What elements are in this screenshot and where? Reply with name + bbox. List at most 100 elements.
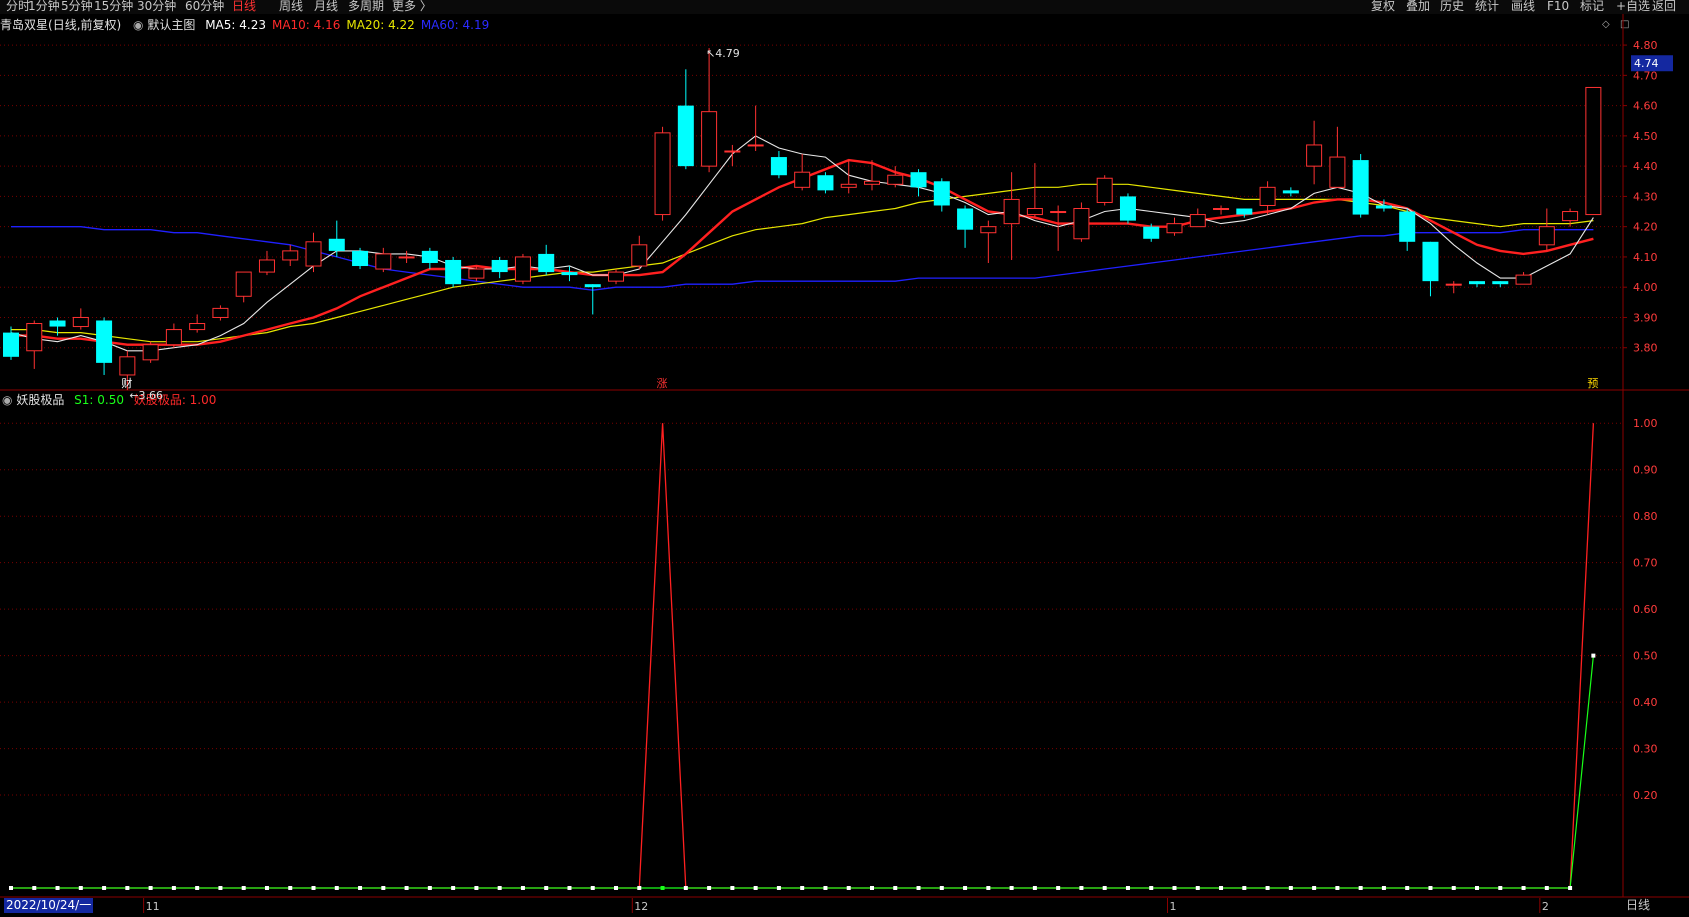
candle-body (491, 259, 508, 273)
candle-body (631, 244, 648, 267)
indicator-dot (637, 886, 642, 890)
candle-body (980, 226, 997, 234)
price-tick-label: 4.30 (1633, 190, 1658, 203)
indicator-dot (823, 886, 828, 890)
indicator-dot (55, 886, 60, 890)
indicator-dot (427, 886, 432, 890)
price-tick-label: 4.80 (1633, 39, 1658, 52)
candle (352, 247, 369, 270)
candle (142, 341, 159, 363)
indicator-dot (1102, 886, 1107, 890)
candle-body (1352, 160, 1369, 215)
candle (1003, 172, 1020, 260)
date-label: 11 (146, 900, 160, 913)
indicator-dot (1242, 886, 1247, 890)
price-tick-label: 4.10 (1633, 251, 1658, 264)
candle (421, 247, 438, 270)
price-tick-label: 4.60 (1633, 100, 1658, 113)
indicator-dot (1312, 886, 1317, 890)
candle-body (1166, 223, 1183, 234)
candle (26, 320, 43, 369)
candle (1352, 154, 1369, 218)
candle-body (305, 241, 322, 267)
candle (1166, 217, 1183, 236)
indicator-dot (1056, 886, 1061, 890)
indicator-dot (660, 886, 665, 890)
candle-body (1329, 156, 1346, 188)
price-tick-label: 4.70 (1633, 69, 1658, 82)
candle-body (1003, 198, 1020, 225)
candle-body (421, 250, 438, 263)
indicator-dot (986, 886, 991, 890)
date-label: 12 (634, 900, 648, 913)
period-indicator[interactable]: 日线 (1626, 897, 1650, 913)
candle-body (910, 172, 927, 188)
candle (1515, 272, 1532, 285)
indicator-tick-label: 0.80 (1633, 510, 1658, 523)
indicator-dot (451, 886, 456, 890)
candle (1469, 281, 1486, 288)
indicator-dot (381, 886, 386, 890)
candle (1119, 193, 1136, 224)
candle-body (1585, 86, 1602, 216)
indicator-dot (1219, 886, 1224, 890)
candle-body (445, 259, 462, 285)
indicator-dot (753, 886, 758, 890)
price-tick-label: 4.50 (1633, 130, 1658, 143)
candle-body (1026, 208, 1043, 216)
indicator-dot (1195, 886, 1200, 890)
candle (980, 220, 997, 263)
candle-body (398, 256, 415, 259)
indicator-dot (78, 886, 83, 890)
candle (1189, 208, 1206, 228)
indicator-dot (1428, 886, 1433, 890)
indicator-dot (939, 886, 944, 890)
indicator-dot (776, 886, 781, 890)
indicator-dot (1591, 653, 1596, 658)
candle (258, 250, 275, 276)
event-marker: 财 (121, 376, 132, 390)
candle (608, 269, 625, 285)
price-tick-label: 3.80 (1633, 342, 1658, 355)
candle-body (584, 284, 601, 288)
candle-body (1213, 208, 1230, 211)
indicator-dot (1079, 886, 1084, 890)
indicator-dot (311, 886, 316, 890)
candle-body (96, 320, 113, 363)
candle (1306, 120, 1323, 185)
candle-body (1119, 196, 1136, 221)
indicator-dot (1288, 886, 1293, 890)
candle (677, 69, 694, 170)
indicator-dot (730, 886, 735, 890)
candle-body (817, 175, 834, 191)
candle (631, 235, 648, 270)
indicator-dot (1381, 886, 1386, 890)
price-tick-label: 4.20 (1633, 221, 1658, 234)
candle-body (1375, 205, 1392, 209)
indicator-dot (846, 886, 851, 890)
candle (398, 250, 415, 263)
candle-body (189, 323, 206, 331)
indicator-tick-label: 1.00 (1633, 417, 1658, 430)
indicator-dot (474, 886, 479, 890)
indicator-dot (683, 886, 688, 890)
candle-body (1469, 281, 1486, 285)
candle (1050, 205, 1067, 251)
indicator-dot (1265, 886, 1270, 890)
kline-chart[interactable]: 4.80 4.70 4.60 4.50 4.40 4.30 4.20 4.10 4.00 3.90… (0, 0, 1689, 917)
candle-body (608, 271, 625, 282)
candle (1538, 208, 1555, 251)
indicator-dot (9, 886, 13, 890)
candle-body (1236, 208, 1253, 215)
candle-body (1050, 211, 1067, 214)
candle-body (840, 183, 857, 188)
candle-body (538, 253, 555, 273)
candle (165, 323, 182, 348)
candle (445, 256, 462, 288)
indicator-dot (1032, 886, 1037, 890)
candle (701, 48, 718, 173)
candle (3, 326, 19, 360)
candle-body (1306, 144, 1323, 167)
candle-body (1492, 281, 1509, 285)
candle-body (3, 332, 19, 357)
